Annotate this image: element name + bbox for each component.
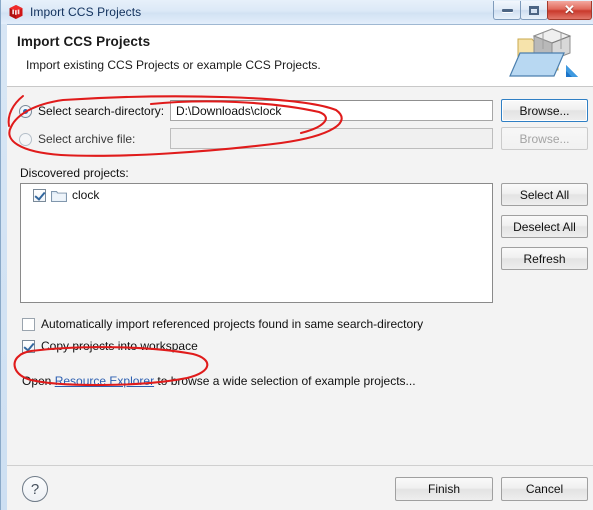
auto-import-row[interactable]: Automatically import referenced projects… [22,317,423,331]
wizard-body: Select search-directory: D:\Downloads\cl… [7,87,593,465]
auto-import-label: Automatically import referenced projects… [41,317,424,331]
discovered-projects-label: Discovered projects: [20,166,129,180]
minimize-button[interactable] [493,1,521,20]
copy-projects-row[interactable]: Copy projects into workspace [22,339,198,353]
browse-archive-button[interactable]: Browse... [501,127,588,150]
ccs-cube-icon [8,4,24,20]
cancel-button[interactable]: Cancel [501,477,588,501]
copy-projects-checkbox[interactable] [22,339,35,353]
radio-select-archive-file[interactable] [19,132,32,146]
search-directory-row: Select search-directory: [19,104,164,118]
project-checkbox-clock[interactable] [33,188,46,202]
help-button[interactable]: ? [22,476,48,502]
list-item[interactable]: clock [21,184,492,202]
discovered-projects-list[interactable]: clock [20,183,493,303]
auto-import-checkbox[interactable] [22,317,35,331]
close-icon: ✕ [564,2,575,17]
maximize-icon [521,1,547,19]
finish-button[interactable]: Finish [395,477,493,501]
window-controls: ✕ [493,1,592,20]
resource-link-prefix: Open [22,374,55,388]
title-bar[interactable]: Import CCS Projects ✕ [1,0,593,24]
radio-select-search-directory[interactable] [19,104,32,118]
import-folder-cube-icon [506,25,586,87]
browse-directory-button[interactable]: Browse... [501,99,588,122]
maximize-button[interactable] [520,1,548,20]
folder-icon [51,189,67,202]
select-all-button[interactable]: Select All [501,183,588,206]
wizard-header: Import CCS Projects Import existing CCS … [7,25,593,87]
resource-link-suffix: to browse a wide selection of example pr… [154,374,416,388]
copy-projects-label: Copy projects into workspace [41,339,198,353]
project-name: clock [72,188,100,202]
resource-explorer-link[interactable]: Resource Explorer [55,374,154,388]
minimize-icon [494,1,520,19]
search-directory-label: Select search-directory: [38,104,165,118]
resource-explorer-line: Open Resource Explorer to browse a wide … [22,374,416,388]
archive-file-label: Select archive file: [38,132,136,146]
import-ccs-projects-dialog: Import CCS Projects ✕ Import CCS Project… [0,0,593,510]
wizard-footer: ? Finish Cancel [7,465,593,510]
window-title: Import CCS Projects [30,5,142,19]
refresh-button[interactable]: Refresh [501,247,588,270]
deselect-all-button[interactable]: Deselect All [501,215,588,238]
dialog-client: Import CCS Projects Import existing CCS … [7,24,593,510]
archive-file-input[interactable] [170,128,493,149]
close-button[interactable]: ✕ [547,1,592,20]
archive-file-row: Select archive file: [19,132,135,146]
search-directory-input[interactable]: D:\Downloads\clock [170,100,493,121]
